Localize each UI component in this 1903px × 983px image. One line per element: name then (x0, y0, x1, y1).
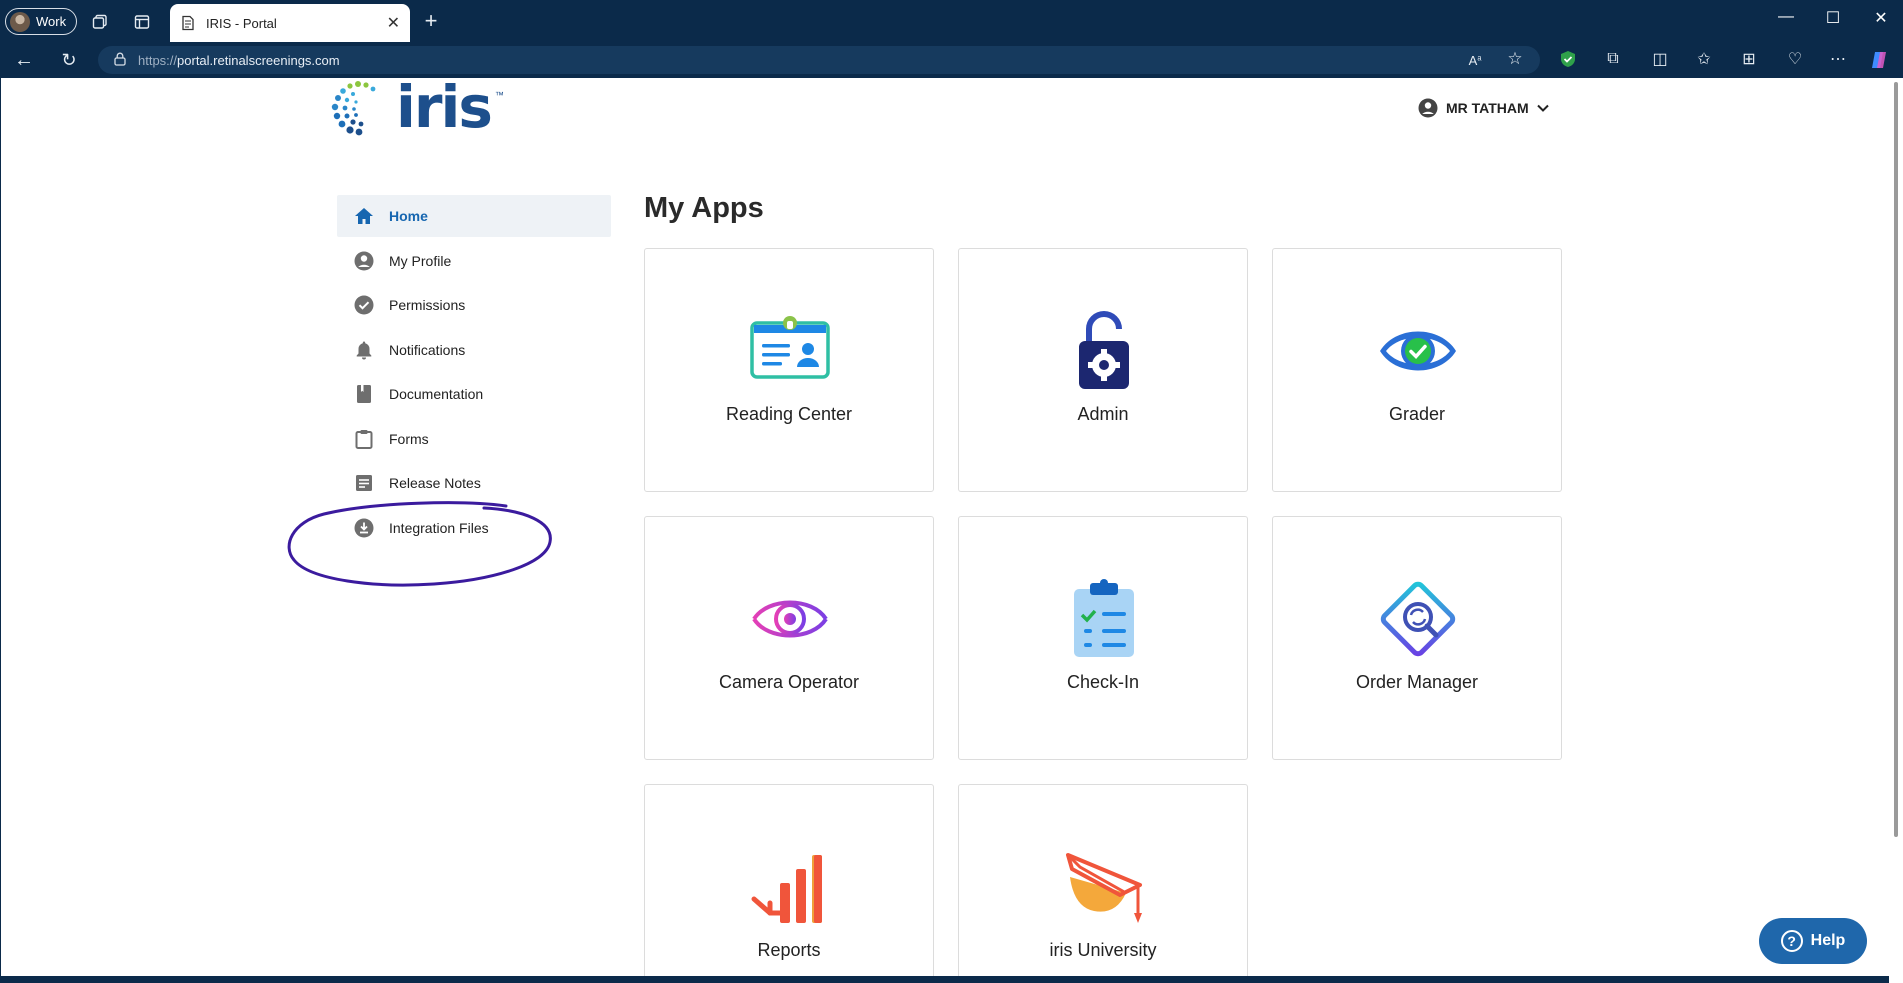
check-circle-icon (353, 294, 375, 316)
user-name: MR TATHAM (1446, 100, 1529, 116)
sidebar-item-permissions[interactable]: Permissions (337, 284, 611, 326)
home-icon (353, 205, 375, 227)
page-title: My Apps (644, 192, 764, 224)
app-label: Reports (757, 940, 821, 960)
iris-logo[interactable]: iris ™ (328, 78, 504, 136)
app-label: Reading Center (725, 404, 853, 424)
refresh-icon[interactable]: ↻ (58, 49, 80, 71)
profile-label: Work (36, 14, 67, 29)
scrollbar-thumb[interactable] (1894, 82, 1898, 837)
collections-icon[interactable]: ⊞ (1739, 49, 1759, 69)
graduation-cap-icon (1066, 853, 1142, 923)
unlocked-padlock-gear-icon (1079, 311, 1129, 389)
sidebar-item-notifications[interactable]: Notifications (337, 329, 611, 371)
annotation-circle (287, 501, 552, 587)
tab-close-icon[interactable]: ✕ (387, 13, 400, 33)
page-scrollbar[interactable] (1889, 78, 1903, 983)
url-protocol: https:// (138, 52, 178, 68)
maximize-icon[interactable]: ☐ (1818, 8, 1848, 28)
app-label: Camera Operator (718, 672, 860, 692)
book-icon (353, 383, 375, 405)
address-bar[interactable]: https://portal.retinalscreenings.com (98, 46, 1540, 74)
copilot-icon[interactable] (1868, 49, 1890, 71)
sidebar-item-label: Release Notes (389, 475, 481, 491)
favorite-star-icon[interactable]: ☆ (1505, 49, 1525, 69)
app-card-check-in[interactable]: Check-In (958, 516, 1248, 760)
chevron-down-icon (1536, 104, 1549, 112)
page-favicon-icon (182, 15, 194, 31)
sidebar-item-documentation[interactable]: Documentation (337, 373, 611, 415)
url-host: portal.retinalscreenings.com (177, 52, 340, 68)
profile-avatar (10, 11, 30, 32)
back-icon[interactable]: ← (12, 49, 36, 71)
browser-profile-button[interactable]: Work (5, 8, 78, 35)
sidebar-item-my-profile[interactable]: My Profile (337, 240, 611, 282)
app-card-reading-center[interactable]: Reading Center (644, 248, 934, 492)
account-circle-icon (1418, 98, 1438, 118)
more-menu-icon[interactable]: ⋯ (1828, 49, 1848, 69)
sidebar-item-label: Notifications (389, 341, 466, 358)
workspaces-icon[interactable] (90, 12, 110, 32)
clipboard-icon (353, 428, 375, 450)
trademark-symbol: ™ (494, 90, 504, 100)
help-question-icon: ? (1780, 930, 1803, 952)
help-button[interactable]: ? Help (1759, 918, 1867, 964)
app-label: Grader (1388, 404, 1446, 424)
url-text: https://portal.retinalscreenings.com (138, 53, 340, 68)
sidebar-item-label: Forms (389, 430, 429, 447)
notes-icon (353, 472, 375, 494)
page-content: iris ™ MR TATHAM Home My Profile Permiss… (1, 78, 1889, 976)
browser-toolbar: ← ↻ https://portal.retinalscreenings.com… (0, 42, 1903, 78)
sidebar-item-forms[interactable]: Forms (337, 418, 611, 460)
app-label: Order Manager (1355, 672, 1479, 692)
app-card-camera-operator[interactable]: Camera Operator (644, 516, 934, 760)
account-circle-icon (353, 250, 375, 272)
app-label: iris University (1049, 940, 1157, 960)
app-label: Admin (1077, 404, 1129, 424)
iris-logo-dots-icon (331, 81, 376, 136)
window-close-icon[interactable]: ✕ (1866, 8, 1896, 28)
split-screen-icon[interactable]: ◫ (1650, 49, 1670, 69)
extensions-icon[interactable]: ⧉ (1603, 49, 1623, 69)
help-label: Help (1810, 932, 1846, 949)
app-card-admin[interactable]: Admin (958, 248, 1248, 492)
eye-check-icon (1380, 331, 1456, 371)
app-card-grader[interactable]: Grader (1272, 248, 1562, 492)
read-aloud-icon[interactable]: Aᵃ (1465, 50, 1485, 70)
browser-essentials-icon[interactable]: ♡ (1784, 49, 1806, 69)
sidebar-item-home[interactable]: Home (337, 195, 611, 237)
minimize-icon[interactable]: — (1771, 8, 1801, 26)
bell-icon (353, 339, 375, 361)
tablet-search-icon (1380, 581, 1456, 657)
tab-title: IRIS - Portal (206, 15, 277, 31)
favorites-icon[interactable]: ✩ (1694, 49, 1714, 69)
lock-icon (114, 52, 126, 69)
sidebar-item-label: My Profile (389, 252, 452, 269)
security-check-icon[interactable] (1558, 49, 1578, 69)
active-tab[interactable]: IRIS - Portal ✕ (170, 4, 410, 42)
iris-wordmark: iris (396, 78, 493, 141)
app-grid: Reading Center Admin Grader Camera Opera… (644, 248, 1562, 976)
tab-actions-icon[interactable] (132, 12, 152, 32)
sidebar-item-label: Permissions (389, 297, 466, 313)
browser-titlebar: Work IRIS - Portal ✕ + — ☐ ✕ (0, 0, 1903, 42)
app-label: Check-In (1066, 672, 1140, 692)
clipboard-check-icon (1074, 579, 1134, 657)
eye-scan-icon (750, 600, 830, 638)
id-badge-icon (750, 316, 830, 379)
bar-chart-icon (751, 855, 822, 923)
app-card-order-manager[interactable]: Order Manager (1272, 516, 1562, 760)
sidebar-item-label: Documentation (389, 386, 484, 402)
app-card-iris-university[interactable]: iris University (958, 784, 1248, 976)
sidebar-item-label: Home (389, 208, 428, 224)
app-card-reports[interactable]: Reports (644, 784, 934, 976)
user-menu[interactable]: MR TATHAM (1418, 98, 1549, 118)
new-tab-icon[interactable]: + (420, 8, 442, 33)
